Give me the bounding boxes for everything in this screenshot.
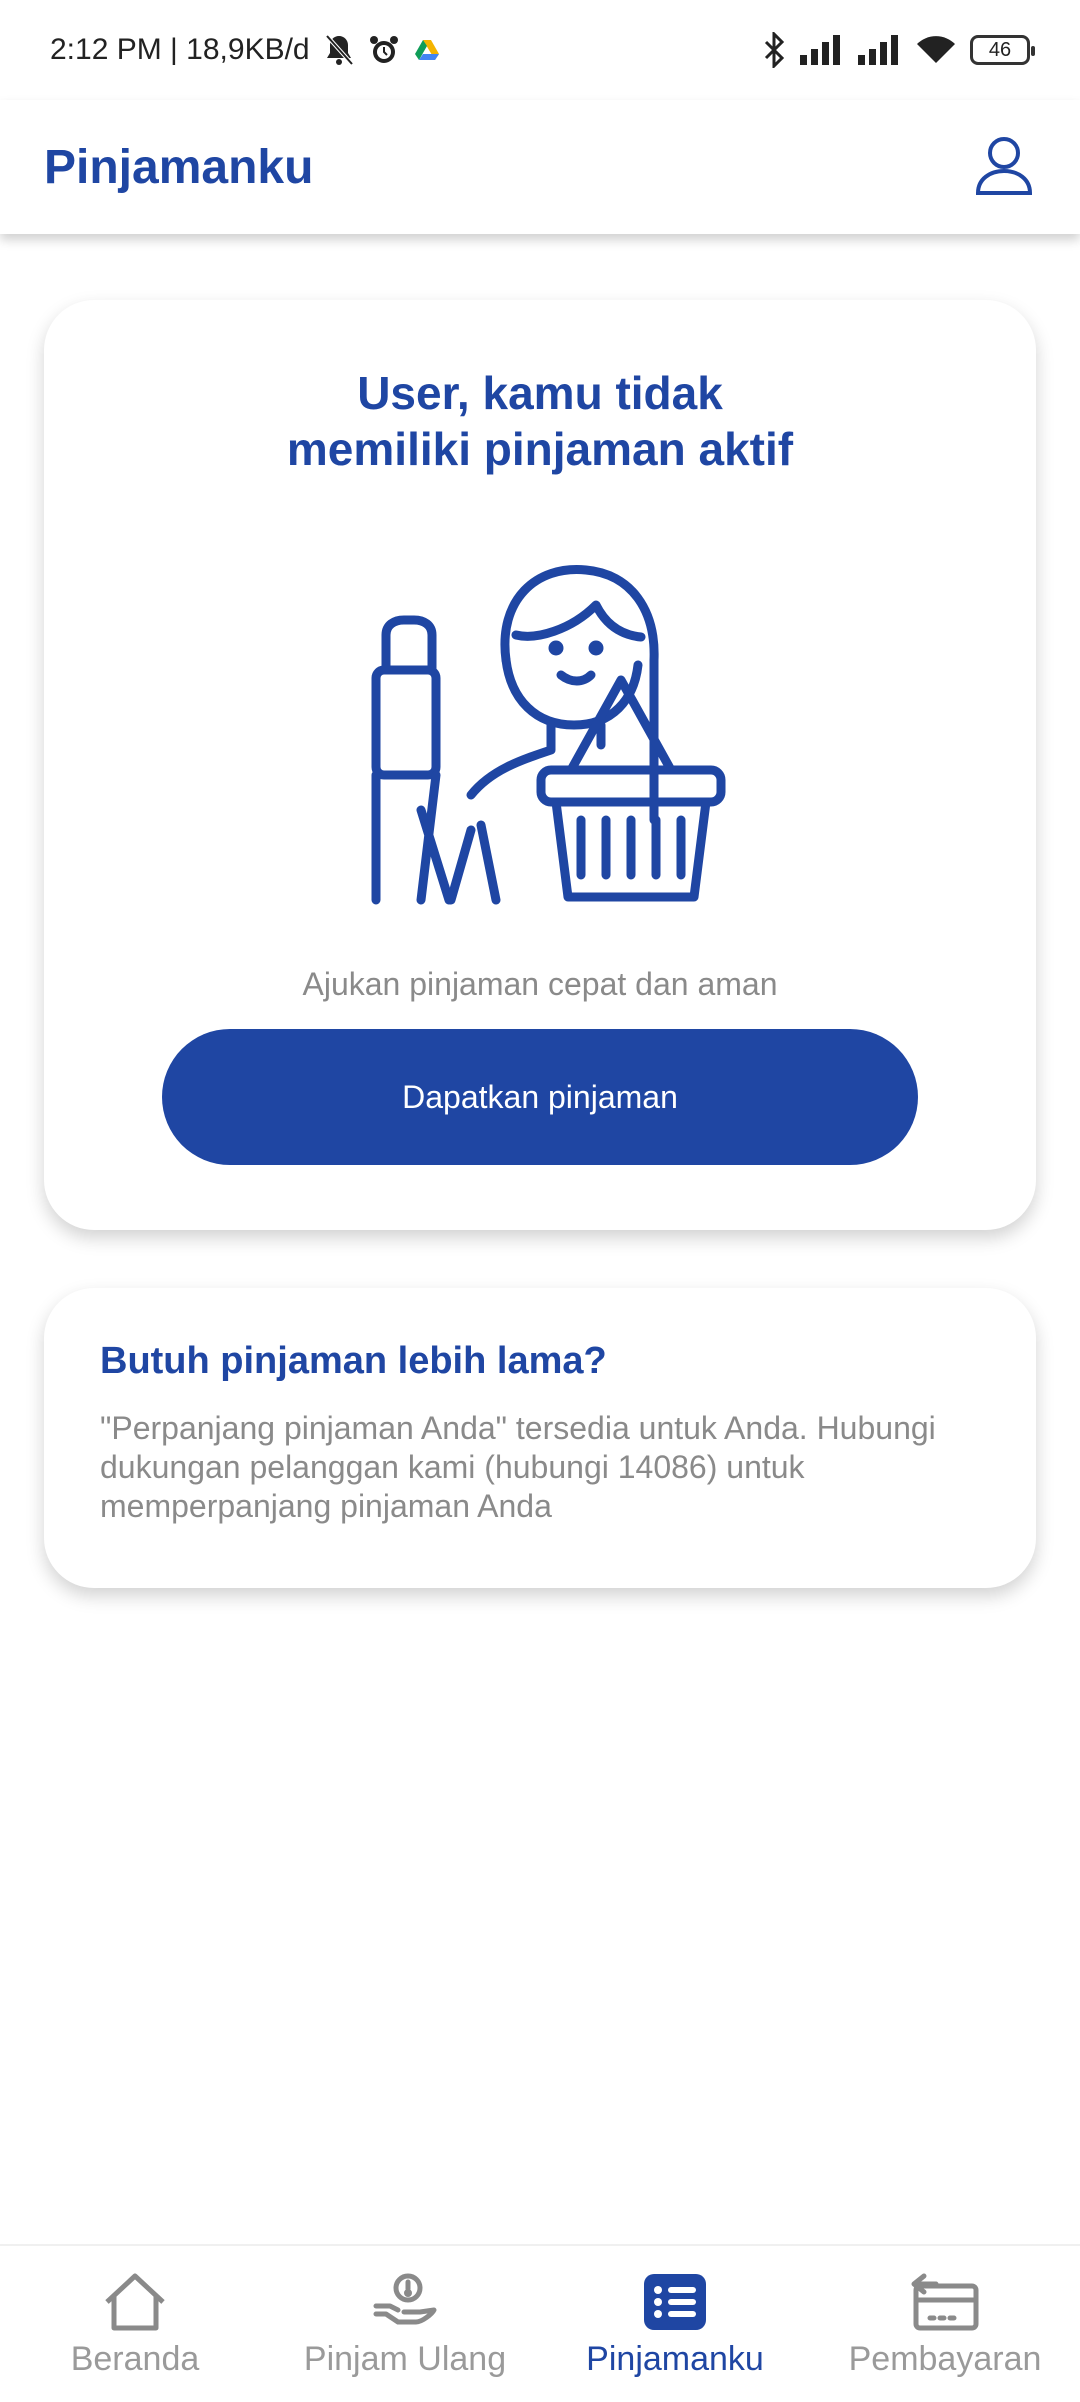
battery-icon: 46	[970, 35, 1035, 65]
extend-loan-heading: Butuh pinjaman lebih lama?	[100, 1340, 607, 1382]
bluetooth-icon	[762, 32, 786, 68]
nav-item-pinjam-ulang[interactable]: Pinjam Ulang	[270, 2246, 540, 2402]
status-bar: 2:12 PM | 18,9KB/d 46	[0, 0, 1080, 100]
drive-icon	[414, 38, 440, 62]
nav-label: Pembayaran	[848, 2340, 1042, 2378]
home-icon	[102, 2270, 168, 2334]
nav-item-pinjamanku[interactable]: Pinjamanku	[540, 2246, 810, 2402]
no-loan-heading: User, kamu tidak memiliki pinjaman aktif	[286, 367, 794, 475]
payment-icon	[910, 2270, 980, 2334]
no-active-loan-card: User, kamu tidak memiliki pinjaman aktif…	[44, 300, 1036, 1230]
app-bar: Pinjamanku	[0, 100, 1080, 234]
wifi-icon	[916, 35, 956, 65]
nav-label: Pinjam Ulang	[303, 2340, 507, 2378]
apply-loan-subtitle: Ajukan pinjaman cepat dan aman	[302, 966, 778, 1002]
status-time-info: 2:12 PM | 18,9KB/d	[50, 33, 310, 66]
page-title: Pinjamanku	[44, 140, 314, 194]
nav-label: Beranda	[70, 2340, 200, 2378]
mute-bell-icon	[324, 33, 354, 67]
get-loan-button[interactable]: Dapatkan pinjaman	[162, 1029, 918, 1165]
woman-shopping-illustration	[356, 530, 766, 915]
nav-label: Pinjamanku	[586, 2340, 764, 2378]
extend-loan-text: "Perpanjang pinjaman Anda" tersedia untu…	[100, 1410, 936, 1524]
signal-icon	[800, 35, 844, 65]
user-icon[interactable]	[972, 133, 1036, 202]
list-icon	[642, 2270, 708, 2334]
hand-coin-icon	[372, 2270, 438, 2334]
nav-item-pembayaran[interactable]: Pembayaran	[810, 2246, 1080, 2402]
bottom-navigation: Beranda Pinjam Ulang Pinjamanku Pembayar…	[0, 2244, 1080, 2402]
signal-icon	[858, 35, 902, 65]
extend-loan-card: Butuh pinjaman lebih lama? "Perpanjang p…	[44, 1288, 1036, 1588]
nav-item-beranda[interactable]: Beranda	[0, 2246, 270, 2402]
alarm-icon	[368, 34, 400, 66]
